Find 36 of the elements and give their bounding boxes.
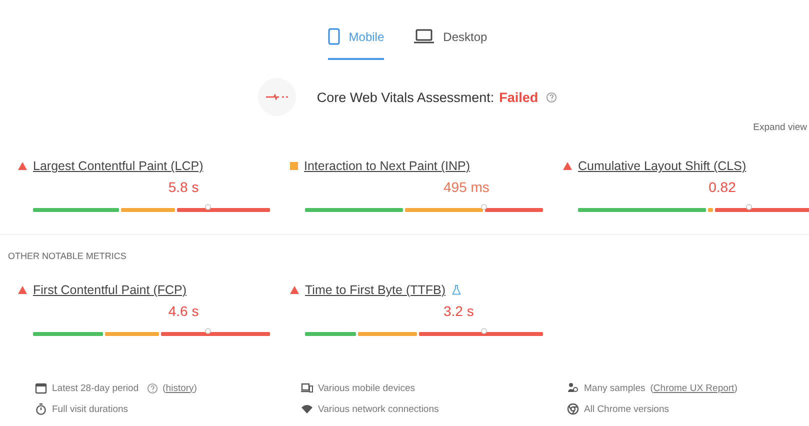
metric-value: 4.6 s [168, 303, 199, 319]
footer-link[interactable]: Chrome UX Report [653, 382, 734, 394]
devices-icon [301, 382, 313, 394]
footer-link-text: (Chrome UX Report) [650, 382, 738, 394]
footer-note: Latest 28-day period [52, 382, 139, 394]
failed-assessment-icon [258, 78, 296, 116]
assessment-title: Core Web Vitals Assessment: [316, 90, 494, 104]
footer-note: All Chrome versions [584, 404, 669, 414]
section-heading: OTHER NOTABLE METRICS [8, 251, 128, 261]
people-icon [567, 382, 579, 394]
footer-note: Full visit durations [52, 404, 128, 414]
footer-note: Various mobile devices [318, 382, 415, 394]
calendar-icon [35, 382, 47, 394]
metric-value: 495 ms [444, 179, 490, 195]
metric-link[interactable]: Largest Contentful Paint (LCP) [33, 159, 204, 173]
metric-link[interactable]: Time to First Byte (TTFB) [305, 283, 446, 297]
device-tab[interactable]: Desktop [414, 28, 488, 60]
footer-link[interactable]: history [166, 382, 194, 394]
footer-note: Many samples [584, 382, 646, 394]
chrome-icon [567, 403, 579, 415]
metric-link[interactable]: First Contentful Paint (FCP) [33, 283, 187, 297]
info-icon[interactable] [146, 382, 158, 394]
metric-value: 0.82 [708, 179, 736, 195]
phone-icon [328, 28, 340, 45]
timer-icon [35, 403, 47, 415]
laptop-icon [414, 29, 434, 44]
metric-link[interactable]: Interaction to Next Paint (INP) [304, 159, 470, 173]
assessment-result: Failed [499, 90, 538, 104]
expand-view-link[interactable]: Expand view [753, 122, 807, 133]
metric-link[interactable]: Cumulative Layout Shift (CLS) [578, 159, 746, 173]
footer-note: Various network connections [318, 404, 439, 414]
wifi-icon [301, 403, 313, 415]
footer-link-text: (history) [162, 382, 197, 394]
metric-value: 3.2 s [444, 303, 474, 319]
info-icon[interactable] [546, 92, 558, 102]
metric-value: 5.8 s [168, 179, 199, 195]
